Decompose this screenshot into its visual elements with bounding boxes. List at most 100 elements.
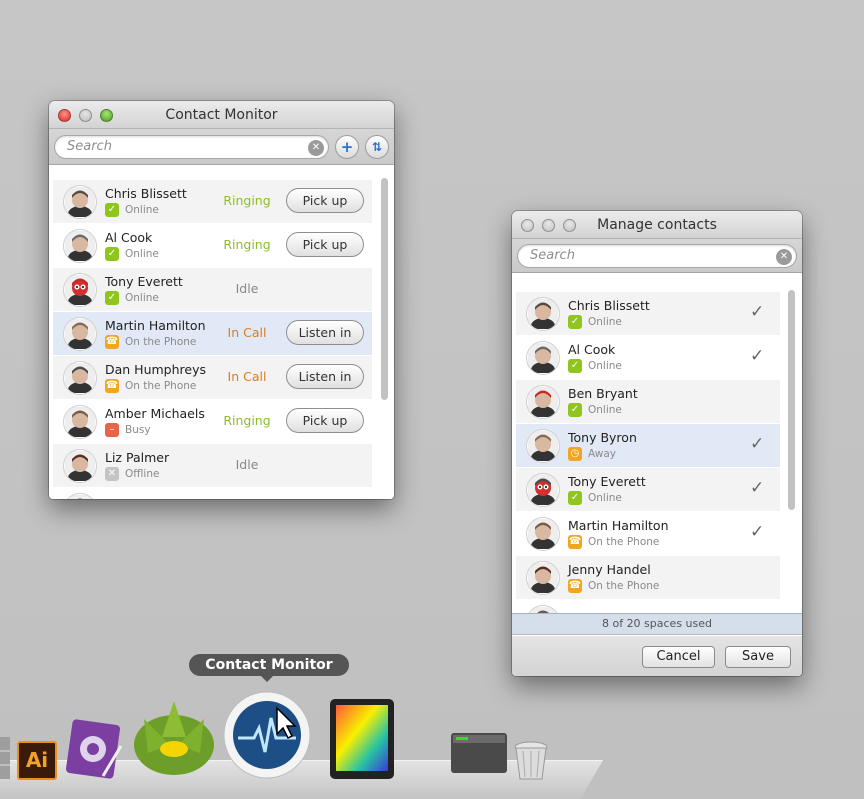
illustrator-label: Ai	[25, 748, 49, 772]
presence: ☎ On the Phone	[568, 535, 669, 549]
contact-name: Amber Michaels	[105, 406, 205, 421]
contact-row[interactable]: Al Cook ✓ Online Ringing Pick up	[53, 224, 372, 267]
checkmark-icon[interactable]: ✓	[750, 302, 764, 322]
monitored-contacts-list[interactable]: Chris Blissett ✓ Online Ringing Pick up Al Co…	[49, 166, 394, 499]
contact-row[interactable]: Dan Humphreys ☎ On the Phone In Call Listen …	[53, 356, 372, 399]
scrollbar[interactable]	[381, 178, 388, 400]
contact-row[interactable]: Tony Everett ✓ Online ✓	[516, 468, 780, 511]
call-state: Idle	[235, 281, 259, 296]
presence-text: Online	[125, 248, 159, 260]
checkmark-icon[interactable]: ✓	[750, 522, 764, 542]
contact-monitor-titlebar[interactable]: Contact Monitor	[49, 101, 394, 129]
all-contacts-list[interactable]: Chris Blissett ✓ Online ✓ Al Cook ✓ Online ✓ Ben…	[512, 274, 802, 613]
artichoke-app-icon[interactable]	[130, 697, 218, 779]
search-input[interactable]	[530, 247, 753, 263]
contact-row[interactable]: Martin Hamilton ☎ On the Phone ✓	[516, 512, 780, 555]
busy-status-icon: –	[105, 423, 119, 437]
contact-row[interactable]: Ben Bryant ✓ Online	[516, 380, 780, 423]
contact-name: Chris Blissett	[568, 298, 650, 313]
presence-text: Online	[588, 404, 622, 416]
contact-row[interactable]: Tony Byron ◷ Away ✓	[516, 424, 780, 467]
manage-contacts-titlebar[interactable]: Manage contacts	[512, 211, 802, 239]
contact-info: Tony Everett ✓ Online	[568, 474, 646, 505]
phone-status-icon: ☎	[568, 535, 582, 549]
presence-text: On the Phone	[125, 336, 197, 348]
contact-row[interactable]: Graham Hapden	[516, 600, 780, 613]
presence: ✕ Offline	[105, 467, 169, 481]
manage-contacts-toolbar: ✕	[512, 239, 802, 273]
presence: ✓ Online	[568, 403, 638, 417]
contact-info: Chris Blissett ✓ Online	[105, 186, 187, 217]
terminal-icon[interactable]	[451, 733, 507, 775]
presence-text: Online	[125, 204, 159, 216]
search-input[interactable]	[67, 138, 286, 154]
manage-contacts-window: Manage contacts ✕ Chris Blissett✓Online✓…	[512, 211, 802, 676]
contact-row[interactable]: Jenny Handel ☎ On the Phone	[516, 556, 780, 599]
search-box[interactable]: ✕	[54, 134, 329, 159]
presence-text: On the Phone	[588, 536, 660, 548]
contact-row[interactable]: Amber Michaels – Busy Ringing Pick up	[53, 400, 372, 443]
contact-monitor-dock-icon[interactable]	[222, 690, 312, 780]
dock-stack-icon[interactable]	[0, 737, 10, 779]
scrollbar[interactable]	[788, 290, 795, 510]
pick-up-button[interactable]: Pick up	[286, 232, 364, 257]
contact-row[interactable]: Martin Hamilton ☎ On the Phone In Call Liste…	[53, 312, 372, 355]
presence-text: Online	[125, 292, 159, 304]
avatar	[63, 492, 97, 499]
avatar	[63, 360, 97, 395]
sort-button[interactable]: ⇅	[365, 134, 389, 159]
presence-text: Busy	[125, 424, 151, 436]
dialog-footer: Cancel Save	[512, 636, 802, 676]
contact-row[interactable]: Chris Blissett ✓ Online ✓	[516, 292, 780, 335]
trash-icon[interactable]	[513, 741, 549, 781]
contact-row[interactable]: Michael Thorne	[53, 488, 372, 499]
presence: ✓ Online	[568, 315, 650, 329]
call-state: Ringing	[223, 193, 271, 208]
presence: ✓ Online	[568, 359, 622, 373]
tablet-color-app-icon[interactable]	[329, 698, 395, 780]
contact-name: Dan Humphreys	[105, 362, 207, 377]
search-box[interactable]: ✕	[517, 243, 797, 268]
avatar	[526, 604, 560, 613]
listen-in-button[interactable]: Listen in	[286, 364, 364, 389]
checkmark-icon[interactable]: ✓	[750, 434, 764, 454]
save-button[interactable]: Save	[725, 646, 791, 668]
contact-name: Jenny Handel	[568, 562, 651, 577]
call-state: In Call	[227, 325, 267, 340]
contact-name: Ben Bryant	[568, 386, 638, 401]
contact-name: Al Cook	[568, 342, 616, 357]
avatar	[63, 272, 97, 307]
clear-search-icon[interactable]: ✕	[308, 139, 324, 156]
avatar	[63, 316, 97, 351]
avatar	[526, 472, 560, 507]
contact-name: Al Cook	[105, 230, 153, 245]
contact-name: Martin Hamilton	[568, 518, 669, 533]
avatar	[63, 404, 97, 439]
checkmark-icon[interactable]: ✓	[750, 346, 764, 366]
checkmark-icon[interactable]: ✓	[750, 478, 764, 498]
avatar	[526, 296, 560, 331]
presence-text: On the Phone	[125, 380, 197, 392]
contact-name: Tony Everett	[568, 474, 646, 489]
contact-info: Al Cook ✓ Online	[105, 230, 159, 261]
contact-row[interactable]: Al Cook ✓ Online ✓	[516, 336, 780, 379]
clear-search-icon[interactable]: ✕	[776, 248, 792, 265]
contact-info: Tony Byron ◷ Away	[568, 430, 637, 461]
avatar	[526, 384, 560, 419]
illustrator-icon[interactable]: Ai	[17, 741, 57, 780]
contact-row[interactable]: Tony Everett ✓ Online Idle	[53, 268, 372, 311]
online-status-icon: ✓	[568, 359, 582, 373]
call-state: Idle	[235, 457, 259, 472]
spaces-used-status: 8 of 20 spaces used	[512, 613, 802, 635]
system-preferences-icon[interactable]	[63, 716, 125, 782]
add-contact-button[interactable]: +	[335, 134, 359, 159]
pick-up-button[interactable]: Pick up	[286, 408, 364, 433]
contact-row[interactable]: Chris Blissett ✓ Online Ringing Pick up	[53, 180, 372, 223]
listen-in-button[interactable]: Listen in	[286, 320, 364, 345]
call-state: Ringing	[223, 237, 271, 252]
cancel-button[interactable]: Cancel	[642, 646, 715, 668]
contact-name: Liz Palmer	[105, 450, 170, 465]
contact-row[interactable]: Liz Palmer ✕ Offline Idle	[53, 444, 372, 487]
pick-up-button[interactable]: Pick up	[286, 188, 364, 213]
contact-info: Ben Bryant ✓ Online	[568, 386, 638, 417]
